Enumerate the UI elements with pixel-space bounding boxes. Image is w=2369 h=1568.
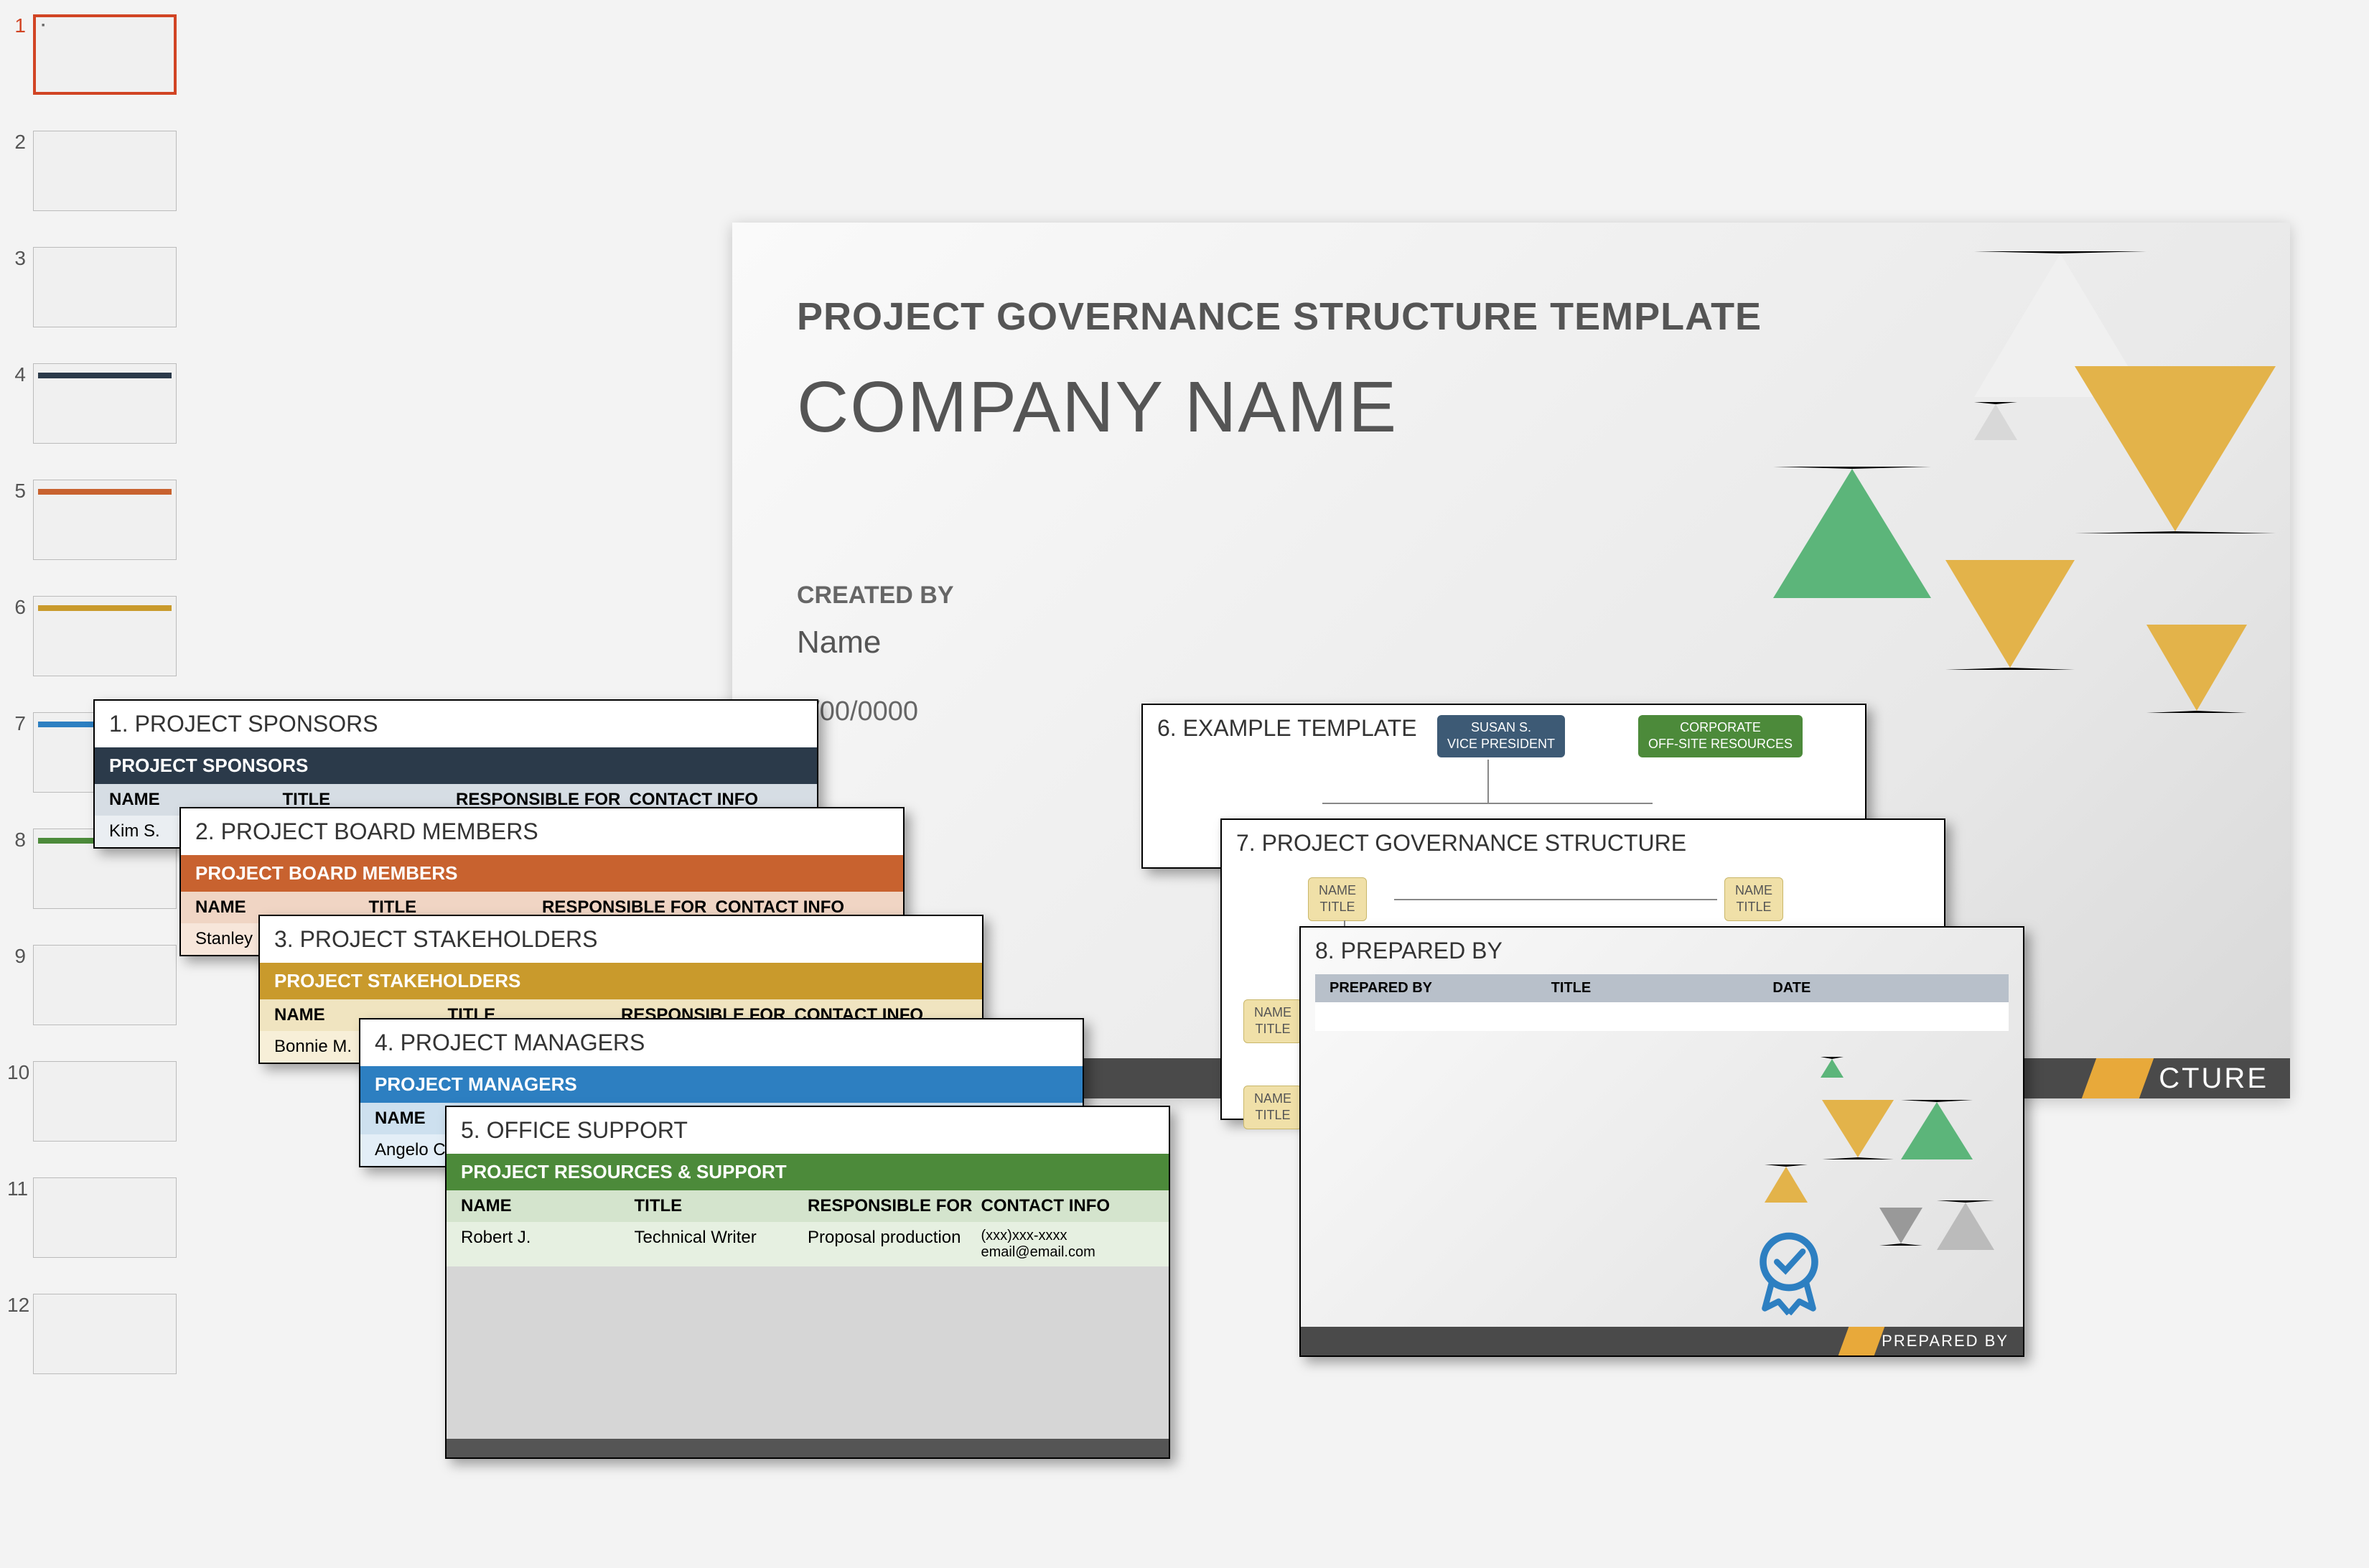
triangle-decoration: [1945, 560, 2075, 670]
thumbnail-preview: [33, 247, 177, 327]
org-node-corporate: CORPORATE OFF-SITE RESOURCES: [1638, 715, 1803, 757]
thumbnail-number: 9: [7, 945, 33, 968]
thumbnail-preview: ■: [33, 14, 177, 95]
thumbnail-preview: [33, 363, 177, 444]
empty-row: [1315, 1002, 2009, 1031]
triangle-decoration: [1765, 1165, 1808, 1203]
thumbnail-number: 8: [7, 829, 33, 851]
thumbnail-number: 11: [7, 1177, 33, 1200]
thumbnail-4[interactable]: 4: [7, 363, 230, 444]
callout-title: 1. PROJECT SPONSORS: [95, 701, 817, 747]
org-connector: [1487, 760, 1489, 803]
callout-prepared-by[interactable]: 8. PREPARED BY PREPARED BY TITLE DATE PR…: [1299, 926, 2024, 1357]
col-date: DATE: [1772, 980, 1994, 997]
org-node-vp: SUSAN S. VICE PRESIDENT: [1437, 715, 1565, 757]
thumbnail-5[interactable]: 5: [7, 480, 230, 560]
triangle-decoration: [1901, 1100, 1973, 1159]
thumbnail-preview: [33, 480, 177, 560]
footer-accent: [2082, 1058, 2154, 1098]
thumbnail-number: 3: [7, 247, 33, 270]
org-node: NAME TITLE: [1724, 877, 1783, 921]
company-name: COMPANY NAME: [797, 366, 1398, 449]
band-header: PROJECT RESOURCES & SUPPORT: [447, 1154, 1169, 1190]
thumbnail-10[interactable]: 10: [7, 1061, 230, 1142]
thumbnail-preview: [33, 1294, 177, 1374]
footer-text: CTURE: [2159, 1063, 2268, 1095]
cell-title: Technical Writer: [635, 1228, 808, 1261]
table-body-empty: [447, 1266, 1169, 1439]
thumbnail-1[interactable]: 1 ■: [7, 14, 230, 95]
org-connector: [1394, 899, 1717, 900]
thumbnail-preview: [33, 1061, 177, 1142]
thumbnail-3[interactable]: 3: [7, 247, 230, 327]
created-by-name: Name: [797, 625, 881, 661]
callout-title: 5. OFFICE SUPPORT: [447, 1107, 1169, 1154]
thumbnail-preview: [33, 1177, 177, 1258]
org-connector: [1322, 803, 1653, 804]
band-header: PROJECT SPONSORS: [95, 747, 817, 784]
thumbnail-number: 5: [7, 480, 33, 503]
thumbnail-number: 10: [7, 1061, 33, 1084]
org-node: NAME TITLE: [1308, 877, 1367, 921]
col-contact: CONTACT INFO: [981, 1196, 1155, 1216]
cell-responsible: Proposal production: [808, 1228, 981, 1261]
callout-title: 4. PROJECT MANAGERS: [360, 1019, 1083, 1066]
thumbnail-11[interactable]: 11: [7, 1177, 230, 1258]
thumbnail-number: 6: [7, 596, 33, 619]
thumbnail-9[interactable]: 9: [7, 945, 230, 1025]
slide-title: PROJECT GOVERNANCE STRUCTURE TEMPLATE: [797, 294, 1762, 339]
footer-accent: [1838, 1327, 1885, 1355]
band-header: PROJECT STAKEHOLDERS: [260, 963, 982, 999]
cell-name: Robert J.: [461, 1228, 635, 1261]
col-name: NAME: [461, 1196, 635, 1216]
col-title: TITLE: [635, 1196, 808, 1216]
ribbon-badge-icon: [1746, 1229, 1832, 1315]
triangle-decoration: [1974, 402, 2017, 440]
thumbnail-number: 7: [7, 712, 33, 735]
band-header: PROJECT MANAGERS: [360, 1066, 1083, 1103]
callout-title: 7. PROJECT GOVERNANCE STRUCTURE: [1222, 820, 1944, 867]
org-node: NAME TITLE: [1243, 999, 1302, 1043]
thumbnail-12[interactable]: 12: [7, 1294, 230, 1374]
card-footer: [447, 1439, 1169, 1457]
band-header: PROJECT BOARD MEMBERS: [181, 855, 903, 892]
org-node: NAME TITLE: [1243, 1086, 1302, 1129]
col-title: TITLE: [1551, 980, 1773, 997]
thumbnail-preview: [33, 131, 177, 211]
triangle-decoration: [1773, 467, 1931, 598]
thumbnail-2[interactable]: 2: [7, 131, 230, 211]
callout-office-support[interactable]: 5. OFFICE SUPPORT PROJECT RESOURCES & SU…: [445, 1106, 1170, 1459]
callout-title: 2. PROJECT BOARD MEMBERS: [181, 808, 903, 855]
thumbnail-number: 1: [7, 14, 33, 37]
thumbnail-6[interactable]: 6: [7, 596, 230, 676]
triangle-decoration: [1937, 1200, 1994, 1250]
footer-text: PREPARED BY: [1882, 1332, 2009, 1350]
triangle-decoration: [1821, 1057, 1844, 1078]
thumbnail-number: 4: [7, 363, 33, 386]
created-by-label: CREATED BY: [797, 582, 954, 610]
thumbnail-preview: [33, 596, 177, 676]
callout-title: 8. PREPARED BY: [1301, 928, 2023, 974]
col-prepared-by: PREPARED BY: [1330, 980, 1551, 997]
card-footer: PREPARED BY: [1301, 1327, 2023, 1355]
callout-title: 3. PROJECT STAKEHOLDERS: [260, 916, 982, 963]
triangle-decoration: [2146, 625, 2247, 713]
thumbnail-preview: [33, 945, 177, 1025]
thumbnail-number: 2: [7, 131, 33, 154]
triangle-decoration: [1822, 1100, 1894, 1159]
cell-contact: (xxx)xxx-xxxx email@email.com: [981, 1228, 1155, 1261]
triangle-decoration: [1879, 1208, 1922, 1246]
col-responsible: RESPONSIBLE FOR: [808, 1196, 981, 1216]
thumbnail-number: 12: [7, 1294, 33, 1317]
triangle-decoration: [2075, 366, 2276, 533]
